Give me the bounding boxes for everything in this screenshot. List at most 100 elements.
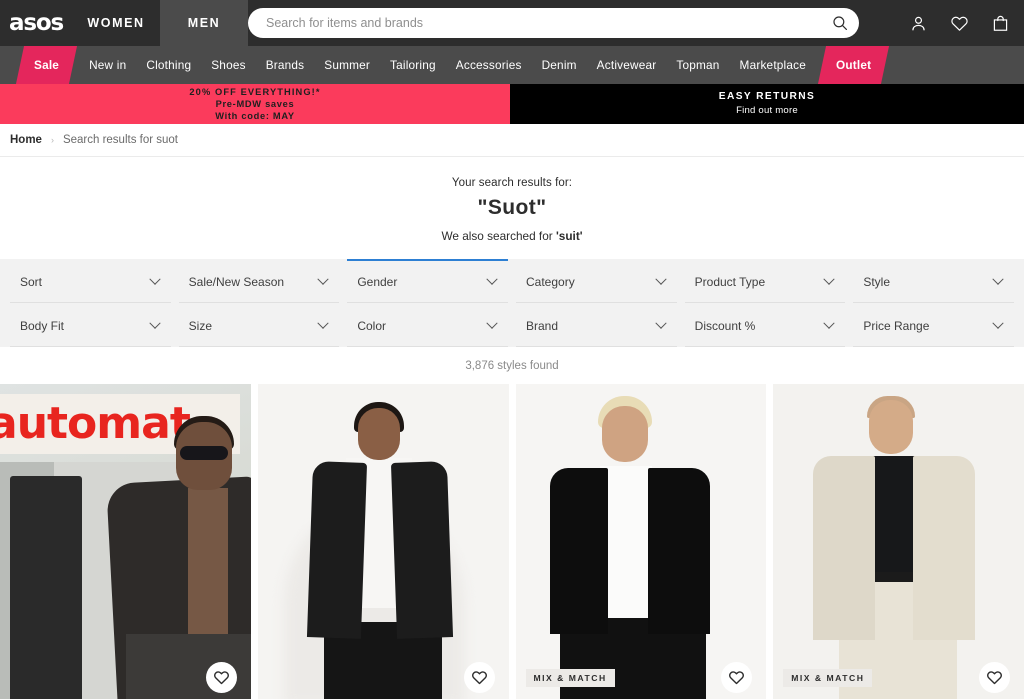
- chevron-down-icon: [148, 273, 161, 285]
- chevron-down-icon: [823, 273, 835, 285]
- nav-item-tailoring[interactable]: Tailoring: [380, 46, 446, 84]
- search-icon[interactable]: [827, 10, 853, 36]
- search-also-prefix: We also searched for: [441, 229, 556, 243]
- product-badge: MIX & MATCH: [525, 669, 615, 687]
- product-card[interactable]: MIX & MATCH: [773, 384, 1024, 699]
- filter-price-range-label: Price Range: [863, 318, 930, 333]
- tab-men[interactable]: MEN: [160, 0, 248, 46]
- save-to-wishlist-button[interactable]: [979, 662, 1010, 693]
- heart-icon: [987, 671, 1002, 685]
- nav-item-new-in-label: New in: [89, 58, 127, 72]
- nav-item-tailoring-label: Tailoring: [390, 58, 436, 72]
- filter-gender-label: Gender: [357, 274, 398, 289]
- filter-discount[interactable]: Discount %: [684, 303, 846, 347]
- filter-brand-label: Brand: [526, 318, 559, 333]
- nav-item-shoes[interactable]: Shoes: [201, 46, 255, 84]
- nav-item-sale[interactable]: Sale: [15, 46, 78, 84]
- filter-style[interactable]: Style: [853, 259, 1014, 303]
- product-image: [773, 384, 1024, 699]
- breadcrumb-home[interactable]: Home: [10, 134, 42, 146]
- filter-color[interactable]: Color: [347, 303, 508, 347]
- nav-item-topman-label: Topman: [676, 58, 720, 72]
- nav-item-marketplace[interactable]: Marketplace: [730, 46, 816, 84]
- filter-gender[interactable]: Gender: [347, 259, 508, 303]
- nav-item-accessories[interactable]: Accessories: [446, 46, 532, 84]
- site-header: asos WOMEN MEN: [0, 0, 1024, 46]
- filter-size-label: Size: [188, 318, 212, 333]
- product-card[interactable]: [257, 384, 509, 699]
- filter-brand[interactable]: Brand: [516, 303, 677, 347]
- promo-strip: 20% OFF EVERYTHING!* Pre-MDW saves With …: [0, 84, 1024, 124]
- nav-item-clothing[interactable]: Clothing: [136, 46, 201, 84]
- heart-icon[interactable]: [950, 14, 969, 33]
- filter-sale-new-season[interactable]: Sale/New Season: [178, 259, 340, 303]
- nav-item-topman[interactable]: Topman: [666, 46, 729, 84]
- nav-item-summer-label: Summer: [324, 58, 371, 72]
- tab-women-label: WOMEN: [87, 16, 145, 30]
- search-pill[interactable]: [248, 8, 859, 38]
- nav-item-brands-label: Brands: [265, 58, 305, 72]
- filter-body-fit[interactable]: Body Fit: [10, 303, 171, 347]
- chevron-down-icon: [654, 317, 667, 329]
- nav-item-sale-label: Sale: [34, 58, 60, 72]
- filter-style-label: Style: [863, 274, 891, 289]
- promo-discount-line3: With code: MAY: [215, 111, 295, 122]
- promo-returns-subtitle: Find out more: [736, 105, 798, 117]
- nav-item-outlet[interactable]: Outlet: [817, 46, 890, 84]
- main-nav: Sale New in Clothing Shoes Brands Summer…: [0, 46, 1024, 84]
- product-card[interactable]: MIX & MATCH: [515, 384, 767, 699]
- account-icon[interactable]: [909, 14, 928, 33]
- promo-banner-returns[interactable]: EASY RETURNS Find out more: [510, 84, 1024, 124]
- filter-category-label: Category: [526, 274, 575, 289]
- filter-price-range[interactable]: Price Range: [853, 303, 1014, 347]
- filter-color-label: Color: [357, 318, 387, 333]
- breadcrumb: Home › Search results for suot: [0, 124, 1024, 157]
- nav-item-marketplace-label: Marketplace: [739, 58, 807, 72]
- header-icon-group: [909, 0, 1010, 46]
- filter-sort-label: Sort: [20, 274, 43, 289]
- product-image: automat: [0, 384, 251, 699]
- nav-item-shoes-label: Shoes: [211, 58, 246, 72]
- search-query-text: "Suot": [477, 196, 547, 219]
- chevron-down-icon: [823, 317, 835, 329]
- filter-size[interactable]: Size: [178, 303, 340, 347]
- chevron-down-icon: [486, 273, 498, 285]
- filter-product-type[interactable]: Product Type: [684, 259, 846, 303]
- breadcrumb-current: Search results for suot: [62, 134, 179, 146]
- save-to-wishlist-button[interactable]: [205, 662, 237, 693]
- chevron-down-icon: [992, 317, 1004, 329]
- bag-icon[interactable]: [991, 14, 1010, 33]
- nav-item-summer[interactable]: Summer: [314, 46, 380, 84]
- search-input[interactable]: [266, 16, 827, 30]
- breadcrumb-separator-icon: ›: [50, 135, 54, 145]
- nav-item-activewear-label: Activewear: [596, 58, 657, 72]
- chevron-down-icon: [992, 273, 1004, 285]
- tab-women[interactable]: WOMEN: [72, 0, 160, 46]
- nav-item-denim[interactable]: Denim: [532, 46, 587, 84]
- promo-returns-title: EASY RETURNS: [718, 90, 816, 102]
- nav-item-activewear[interactable]: Activewear: [587, 46, 667, 84]
- nav-item-brands[interactable]: Brands: [256, 46, 315, 84]
- nav-item-outlet-label: Outlet: [836, 58, 872, 72]
- search-also-term: 'suit': [555, 229, 583, 243]
- chevron-down-icon: [148, 317, 161, 329]
- search-results-prefix: Your search results for:: [451, 177, 573, 189]
- promo-discount-line2: Pre-MDW saves: [215, 98, 295, 109]
- nav-item-new-in[interactable]: New in: [79, 46, 136, 84]
- filter-sort[interactable]: Sort: [10, 259, 171, 303]
- product-image-sign-text: automat: [0, 398, 191, 449]
- filter-product-type-label: Product Type: [694, 274, 766, 289]
- search-area: [248, 0, 1024, 46]
- chevron-down-icon: [486, 317, 498, 329]
- filter-category[interactable]: Category: [516, 259, 677, 303]
- product-card[interactable]: automat: [0, 384, 251, 699]
- nav-item-clothing-label: Clothing: [146, 58, 192, 72]
- save-to-wishlist-button[interactable]: [463, 662, 495, 693]
- filter-sale-new-season-label: Sale/New Season: [188, 274, 285, 289]
- heart-icon: [729, 671, 745, 685]
- asos-logo[interactable]: asos: [0, 0, 72, 46]
- promo-banner-discount[interactable]: 20% OFF EVERYTHING!* Pre-MDW saves With …: [0, 84, 510, 124]
- results-count: 3,876 styles found: [465, 360, 559, 372]
- product-image: [515, 384, 767, 699]
- tab-men-label: MEN: [187, 16, 221, 30]
